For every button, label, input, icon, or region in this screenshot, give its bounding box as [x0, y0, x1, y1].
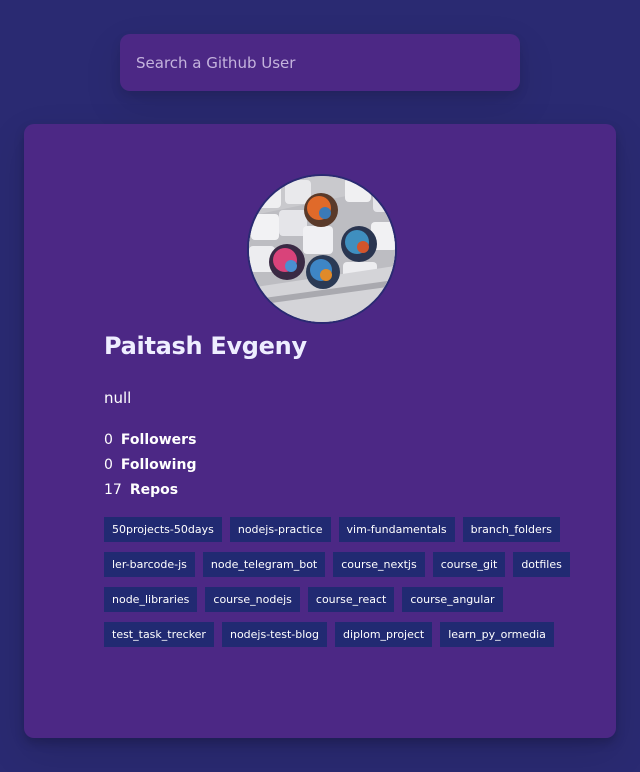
repo-link[interactable]: dotfiles — [513, 552, 570, 577]
repos-label: Repos — [129, 482, 179, 498]
repo-link[interactable]: test_task_trecker — [104, 622, 214, 647]
repo-link[interactable]: node_libraries — [104, 587, 198, 612]
user-card: Paitash Evgeny null 0 Followers 0 Follow… — [24, 124, 616, 738]
stat-following: 0 Following — [104, 453, 584, 478]
repo-link[interactable]: branch_folders — [462, 517, 561, 542]
user-stats: 0 Followers 0 Following 17 Repos — [104, 428, 584, 503]
stat-followers: 0 Followers — [104, 428, 584, 453]
avatar — [247, 174, 397, 324]
repo-link[interactable]: 50projects-50days — [104, 517, 222, 542]
repo-link[interactable]: course_nodejs — [205, 587, 300, 612]
following-count: 0 — [104, 457, 113, 473]
user-bio: null — [104, 389, 132, 407]
repo-link[interactable]: diplom_project — [335, 622, 433, 647]
repo-link[interactable]: course_react — [307, 587, 395, 612]
followers-count: 0 — [104, 432, 113, 448]
user-info: Paitash Evgeny null 0 Followers 0 Follow… — [104, 328, 584, 657]
repo-link[interactable]: nodejs-test-blog — [221, 622, 328, 647]
repo-link[interactable]: learn_py_ormedia — [440, 622, 554, 647]
repo-link[interactable]: vim-fundamentals — [338, 517, 455, 542]
repo-list: 50projects-50days nodejs-practice vim-fu… — [104, 517, 584, 657]
following-label: Following — [120, 457, 197, 473]
search-input[interactable] — [120, 34, 520, 91]
search-box[interactable] — [120, 34, 520, 91]
repo-link[interactable]: ler-barcode-js — [104, 552, 195, 577]
user-name: Paitash Evgeny — [104, 332, 307, 360]
repo-link[interactable]: node_telegram_bot — [202, 552, 326, 577]
repos-count: 17 — [104, 482, 122, 498]
repo-link[interactable]: course_nextjs — [333, 552, 425, 577]
repo-link[interactable]: course_git — [432, 552, 506, 577]
repo-link[interactable]: nodejs-practice — [229, 517, 331, 542]
avatar-image — [249, 176, 395, 322]
stat-repos: 17 Repos — [104, 478, 584, 503]
followers-label: Followers — [120, 432, 197, 448]
repo-link[interactable]: course_angular — [402, 587, 503, 612]
